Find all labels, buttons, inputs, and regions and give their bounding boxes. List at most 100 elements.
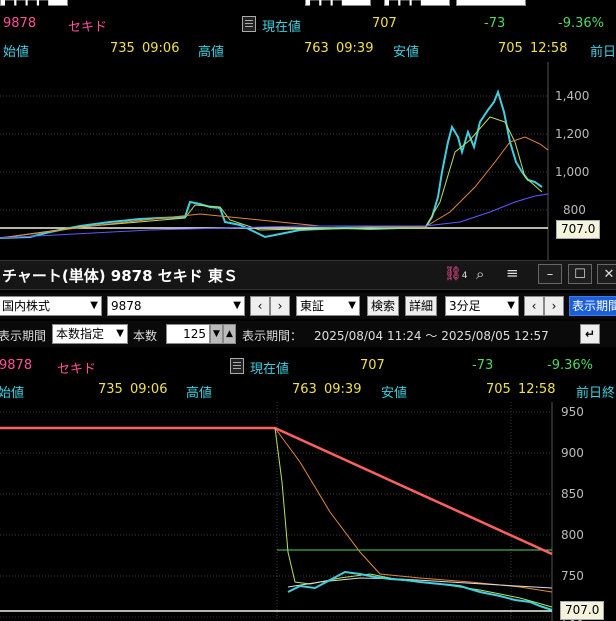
bottom-y-tick-4: 800: [561, 528, 584, 542]
bottom-change: -73: [472, 358, 494, 373]
top-partial-select-3[interactable]: ■■■: [384, 0, 450, 11]
next-interval-button[interactable]: ›: [544, 296, 564, 316]
bottom-price-label: 現在値: [250, 362, 290, 377]
bottom-name: セキド: [57, 362, 97, 377]
bottom-y-tick-3: 850: [561, 487, 584, 501]
top-partial-select-4[interactable]: [456, 0, 526, 6]
top-ma-short: [0, 116, 543, 239]
refresh-icon[interactable]: ↵: [580, 324, 600, 344]
chevron-down-icon: ▼: [233, 300, 241, 311]
top-y-tick-2: 1,200: [555, 127, 590, 141]
bottom-high-label: 高値: [186, 386, 213, 401]
range-value: 2025/08/04 11:24 ～ 2025/08/05 12:57: [314, 329, 549, 343]
top-change-pct: -9.36%: [558, 16, 604, 31]
count-up-button[interactable]: ▲: [223, 324, 236, 344]
memo-icon[interactable]: [242, 16, 256, 32]
top-high-value: 763: [304, 41, 329, 56]
top-price: 707: [372, 16, 397, 31]
market-select-text: 国内株式: [2, 299, 51, 313]
memo-icon[interactable]: [230, 358, 244, 374]
chevron-down-icon: ▼: [90, 300, 98, 311]
top-ma-long: [0, 193, 549, 239]
bottom-open-time: 09:06: [130, 382, 168, 397]
maximize-button[interactable]: ☐: [568, 264, 592, 284]
top-y-tick-4: 800: [563, 203, 586, 217]
bottom-open-value: 735: [98, 382, 123, 397]
bottom-y-tick-5: 750: [561, 569, 584, 583]
count-input[interactable]: 125: [166, 324, 210, 344]
minimize-button[interactable]: –: [538, 264, 562, 284]
top-partial-select-2-text: ■■■: [309, 0, 344, 11]
link-icon[interactable]: ⛓4: [444, 266, 468, 282]
bottom-price-tag: 707.0: [560, 601, 605, 620]
top-price-path: [0, 88, 543, 239]
bottom-high-time: 09:39: [324, 382, 362, 397]
top-partial-select-2[interactable]: ■■■: [305, 0, 371, 11]
bottom-y-tick-1: 950: [561, 405, 584, 419]
top-y-tick-3: 1,000: [555, 165, 590, 179]
period-mode-select[interactable]: 本数指定 ▼: [52, 324, 128, 344]
top-ohlc-row: 始値 735 09:06 高値 763 09:39 安値 705 12:58 前…: [0, 38, 616, 60]
bottom-ohlc-row: 始値 735 09:06 高値 763 09:39 安値 705 12:58 前…: [0, 379, 616, 401]
bottom-price: 707: [360, 358, 385, 373]
range-label: 表示期間：: [242, 329, 303, 343]
top-grid: [0, 95, 548, 211]
market-select[interactable]: 国内株式 ▼: [0, 296, 102, 316]
interval-select[interactable]: 3分足 ▼: [445, 296, 519, 316]
top-high-time: 09:39: [336, 41, 374, 56]
bottom-high-value: 763: [292, 382, 317, 397]
top-quote-row: 9878 セキド 現在値 707 -73 -9.36%: [0, 13, 616, 35]
top-name: セキド: [68, 20, 108, 35]
next-code-button[interactable]: ›: [270, 296, 290, 316]
prev-interval-button[interactable]: ‹: [524, 296, 544, 316]
count-down-button[interactable]: ▼: [210, 324, 223, 344]
top-high-label: 高値: [198, 45, 225, 60]
search-icon[interactable]: ⌕: [476, 265, 484, 283]
top-code: 9878: [3, 16, 37, 31]
top-y-tick-1: 1,400: [555, 89, 590, 103]
close-button[interactable]: ✕: [597, 264, 616, 284]
top-partial-select-1-text: ■■■■: [4, 0, 50, 11]
count-label: 本数: [133, 329, 158, 343]
chevron-down-icon: ▼: [116, 328, 124, 339]
toolbar-1: 国内株式 ▼ 9878 ▼ ‹ › 東証 ▼ 検索 詳細 3分足 ▼ ‹ › 表示期間: [0, 293, 616, 319]
prev-code-button[interactable]: ‹: [250, 296, 270, 316]
bottom-code: 9878: [0, 358, 33, 373]
top-partial-select-1[interactable]: ■■■■: [0, 0, 68, 11]
search-button[interactable]: 検索: [367, 296, 399, 316]
window-titlebar[interactable]: チャート(単体) 9878 セキド 東Ｓ ⛓4 ⌕ ≡ – ☐ ✕: [0, 260, 616, 290]
bottom-quote-row: 9878 セキド 現在値 707 -73 -9.36%: [0, 355, 616, 377]
bottom-chart[interactable]: [0, 402, 616, 621]
chevron-down-icon: ▼: [507, 300, 515, 311]
display-settings-button[interactable]: 表示期間: [569, 296, 616, 316]
top-price-label: 現在値: [262, 20, 302, 35]
top-low-label: 安値: [393, 45, 420, 60]
period-mode-text: 本数指定: [56, 327, 105, 341]
top-open-value: 735: [110, 41, 135, 56]
detail-button[interactable]: 詳細: [405, 296, 437, 316]
top-partial-select-3-text: ■■■: [388, 0, 423, 11]
bottom-prev-label: 前日終: [576, 386, 616, 401]
top-prev-label: 前日: [590, 45, 616, 60]
bottom-low-label: 安値: [381, 386, 408, 401]
bottom-change-pct: -9.36%: [547, 358, 593, 373]
code-input-text: 9878: [111, 299, 142, 313]
top-open-time: 09:06: [142, 41, 180, 56]
top-open-label: 始値: [3, 45, 30, 60]
window-title: チャート(単体) 9878 セキド 東Ｓ: [2, 267, 238, 285]
top-change: -73: [484, 16, 506, 31]
menu-icon[interactable]: ≡: [506, 264, 519, 282]
code-input[interactable]: 9878 ▼: [107, 296, 245, 316]
bottom-y-tick-2: 900: [561, 446, 584, 460]
top-low-time: 12:58: [530, 41, 568, 56]
top-price-tag: 707.0: [556, 220, 601, 239]
top-low-value: 705: [498, 41, 523, 56]
exchange-select[interactable]: 東証 ▼: [296, 296, 360, 316]
bottom-open-label: 始値: [0, 386, 25, 401]
top-ma-mid: [0, 136, 549, 239]
period-label: 表示期間: [0, 329, 47, 343]
link-badge: 4: [461, 271, 468, 281]
chevron-down-icon: ▼: [348, 300, 356, 311]
toolbar-2: 表示期間 本数指定 ▼ 本数 125 ▼ ▲ 表示期間： 2025/08/04 1…: [0, 321, 616, 347]
top-chart[interactable]: [0, 62, 616, 260]
